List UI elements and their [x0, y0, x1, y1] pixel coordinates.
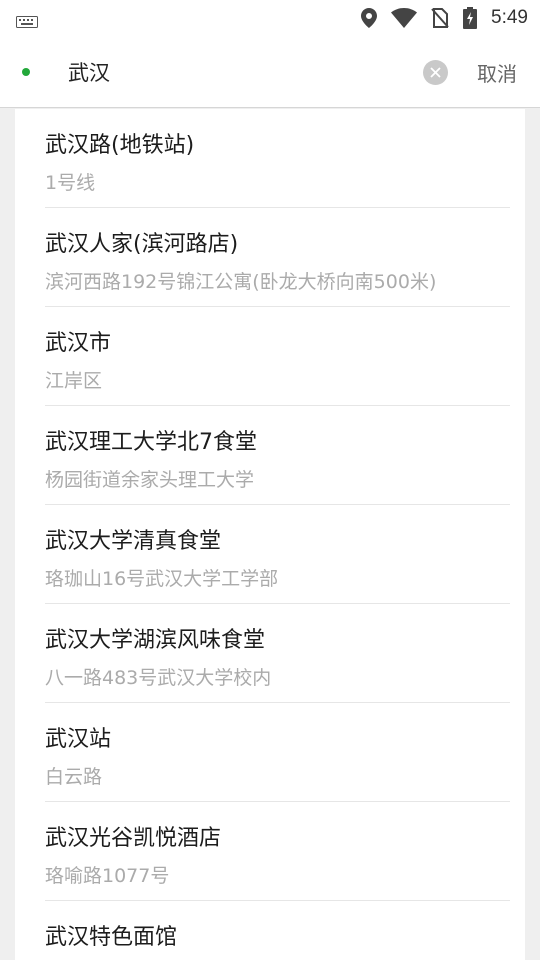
list-item[interactable]: 武汉站 白云路	[45, 703, 510, 802]
search-input[interactable]	[68, 54, 408, 90]
result-name: 武汉路(地铁站)	[45, 133, 195, 158]
no-sim-icon	[431, 8, 449, 28]
keyboard-icon	[16, 13, 38, 32]
result-address: 杨园街道余家头理工大学	[45, 469, 255, 491]
close-icon	[430, 67, 441, 78]
result-address: 珞珈山16号武汉大学工学部	[45, 568, 279, 590]
list-item[interactable]: 武汉人家(滨河路店) 滨河西路192号锦江公寓(卧龙大桥向南500米)	[45, 208, 510, 307]
result-name: 武汉光谷凯悦酒店	[45, 826, 222, 851]
result-address: 白云路	[45, 766, 103, 788]
location-dot-icon	[22, 68, 30, 76]
results-list: 武汉路(地铁站) 1号线 武汉人家(滨河路店) 滨河西路192号锦江公寓(卧龙大…	[15, 109, 525, 960]
result-name: 武汉大学清真食堂	[45, 529, 222, 554]
list-item[interactable]: 武汉大学湖滨风味食堂 八一路483号武汉大学校内	[45, 604, 510, 703]
list-item[interactable]: 武汉市 江岸区	[45, 307, 510, 406]
result-address: 八一路483号武汉大学校内	[45, 667, 272, 689]
result-address: 滨河西路192号锦江公寓(卧龙大桥向南500米)	[45, 271, 437, 293]
result-name: 武汉人家(滨河路店)	[45, 232, 239, 257]
status-time: 5:49	[491, 7, 528, 28]
list-item[interactable]: 武汉理工大学北7食堂 杨园街道余家头理工大学	[45, 406, 510, 505]
location-icon	[361, 8, 378, 28]
result-address: 江岸区	[45, 370, 103, 392]
result-name: 武汉特色面馆	[45, 925, 178, 950]
battery-charging-icon	[463, 7, 478, 29]
result-name: 武汉市	[45, 331, 112, 356]
result-address: 1号线	[45, 172, 96, 194]
wifi-icon	[391, 8, 418, 28]
result-name: 武汉大学湖滨风味食堂	[45, 628, 266, 653]
list-item[interactable]: 武汉光谷凯悦酒店 珞喻路1077号	[45, 802, 510, 901]
list-item[interactable]: 武汉路(地铁站) 1号线	[45, 109, 510, 208]
cancel-button[interactable]: 取消	[477, 58, 517, 87]
list-item[interactable]: 武汉大学清真食堂 珞珈山16号武汉大学工学部	[45, 505, 510, 604]
result-address: 珞喻路1077号	[45, 865, 170, 887]
status-bar: 5:49	[0, 0, 540, 36]
result-name: 武汉理工大学北7食堂	[45, 430, 257, 455]
search-bar: 取消	[0, 36, 540, 108]
result-name: 武汉站	[45, 727, 112, 752]
clear-search-button[interactable]	[423, 60, 448, 85]
list-item[interactable]: 武汉特色面馆	[45, 901, 510, 960]
